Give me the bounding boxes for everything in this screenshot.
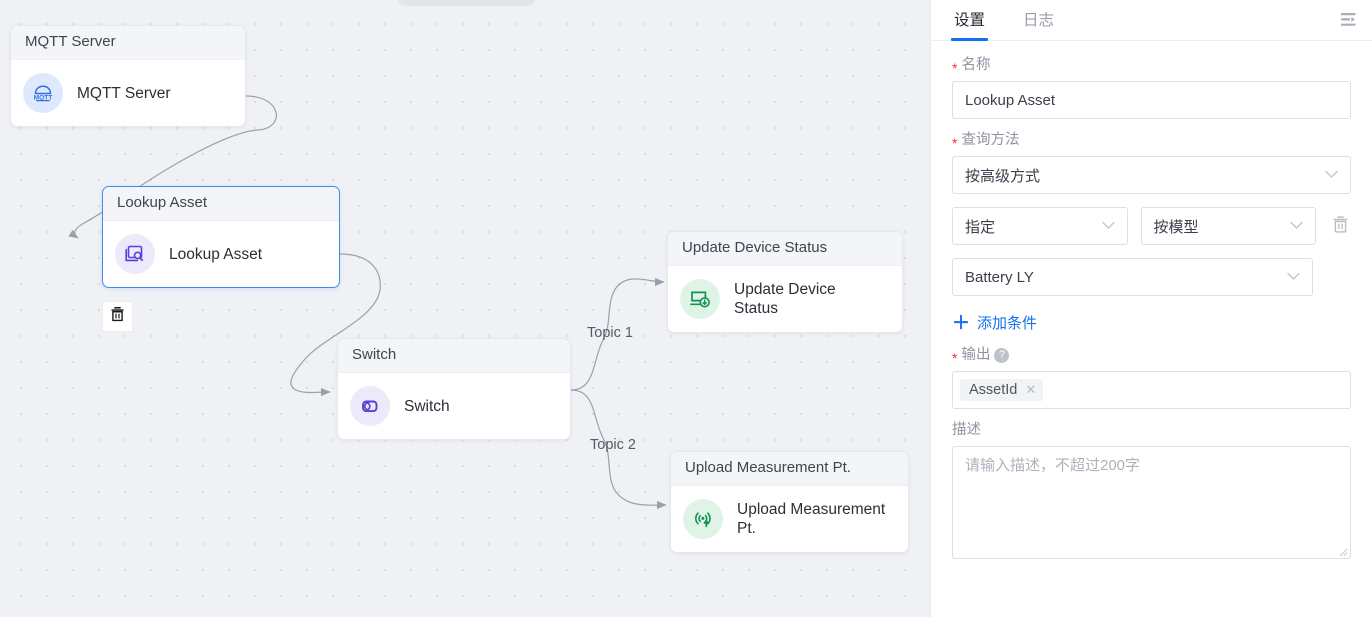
name-input[interactable] — [952, 81, 1351, 119]
field-description-label: 描述 — [952, 422, 1351, 439]
required-star: * — [952, 349, 958, 366]
workflow-editor: MQTT Server MQTT MQTT Server Lookup Asse… — [0, 0, 1372, 617]
plus-icon: ＋ — [952, 312, 970, 333]
menu-fold-icon[interactable] — [1334, 7, 1360, 31]
node-body: Switch — [338, 373, 570, 439]
output-tags-input[interactable]: AssetId ✕ — [952, 371, 1351, 409]
flow-node-switch[interactable]: Switch Switch — [337, 338, 571, 440]
close-icon[interactable]: ✕ — [1025, 382, 1036, 398]
lookup-asset-icon — [115, 234, 155, 274]
flow-node-update-device-status[interactable]: Update Device Status Update Device Statu… — [667, 231, 903, 333]
node-body: MQTT MQTT Server — [11, 60, 245, 126]
trash-icon — [1332, 215, 1349, 238]
field-model: Battery LY — [952, 258, 1351, 296]
condition-operator-value: 指定 — [965, 218, 996, 236]
tab-logs[interactable]: 日志 — [1021, 12, 1056, 40]
chevron-down-icon — [1325, 168, 1338, 182]
upload-measurement-icon — [683, 499, 723, 539]
node-label: MQTT Server — [77, 84, 171, 102]
output-tag-label: AssetId — [969, 382, 1018, 398]
panel-tab-bar: 设置 日志 — [931, 0, 1372, 41]
question-circle-icon[interactable]: ? — [994, 348, 1010, 363]
settings-form: * 名称 * 查询方法 按高级方式 — [931, 41, 1372, 617]
condition-operator-select[interactable]: 指定 — [952, 207, 1128, 245]
model-select[interactable]: Battery LY — [952, 258, 1313, 296]
field-name: * 名称 — [952, 57, 1351, 119]
add-condition-label: 添加条件 — [977, 315, 1038, 332]
add-condition-button[interactable]: ＋ 添加条件 — [952, 312, 1037, 333]
canvas-toolbar-peek — [397, 0, 535, 6]
mqtt-icon: MQTT — [23, 73, 63, 113]
node-body: Update Device Status — [668, 266, 902, 332]
node-header-title: Switch — [338, 339, 570, 373]
node-delete-button[interactable] — [102, 301, 133, 332]
node-label: Update Device Status — [734, 281, 836, 317]
model-value: Battery LY — [965, 268, 1034, 286]
trash-icon — [110, 306, 125, 327]
properties-panel: 设置 日志 * 名称 Lookup Asset * 查询方法 按高级方式 指定 … — [930, 0, 1372, 617]
flow-node-upload-measurement[interactable]: Upload Measurement Pt. Upload Measuremen… — [670, 451, 909, 553]
update-device-status-icon — [680, 279, 720, 319]
field-output-label: * 输出 ? — [952, 347, 1351, 366]
required-star: * — [952, 134, 958, 151]
chevron-down-icon — [1101, 219, 1115, 233]
node-body: Lookup Asset — [103, 221, 339, 287]
field-output-label-text: 输出 — [961, 347, 991, 363]
edge-label-topic-2: Topic 2 — [590, 437, 636, 453]
field-query-method-label-text: 查询方法 — [961, 132, 1020, 148]
output-tag[interactable]: AssetId ✕ — [960, 379, 1044, 401]
field-name-label: * 名称 — [952, 57, 1351, 76]
query-method-value: 按高级方式 — [965, 167, 1041, 185]
node-body: Upload Measurement Pt. — [671, 486, 908, 552]
condition-row: 指定 按模型 — [952, 207, 1351, 245]
field-description-label-text: 描述 — [952, 422, 981, 438]
node-label: Switch — [404, 397, 450, 415]
chevron-down-icon — [1287, 270, 1300, 284]
field-name-label-text: 名称 — [961, 57, 991, 73]
required-star: * — [952, 59, 958, 76]
field-query-method-label: * 查询方法 — [952, 132, 1351, 151]
field-output: * 输出 ? AssetId ✕ — [952, 347, 1351, 409]
flow-canvas[interactable]: MQTT Server MQTT MQTT Server Lookup Asse… — [0, 0, 930, 617]
description-textarea[interactable] — [952, 446, 1351, 559]
node-label: Lookup Asset — [169, 245, 263, 263]
condition-field-select[interactable]: 按模型 — [1140, 207, 1316, 245]
flow-node-mqtt-server[interactable]: MQTT Server MQTT MQTT Server — [10, 25, 246, 127]
edge-label-topic-1: Topic 1 — [587, 325, 633, 341]
condition-delete-button[interactable] — [1329, 215, 1351, 238]
node-header-title: Lookup Asset — [103, 187, 339, 221]
node-header-title: Upload Measurement Pt. — [671, 452, 908, 486]
switch-icon — [350, 386, 390, 426]
node-header-title: MQTT Server — [11, 26, 245, 60]
node-header-title: Update Device Status — [668, 232, 902, 266]
description-wrapper — [952, 446, 1351, 559]
field-query-method: * 查询方法 按高级方式 — [952, 132, 1351, 194]
condition-field-value: 按模型 — [1153, 218, 1199, 236]
flow-node-lookup-asset[interactable]: Lookup Asset Lookup Asset — [102, 186, 340, 288]
chevron-down-icon — [1290, 219, 1303, 233]
node-label: Upload Measurement Pt. — [737, 501, 886, 537]
query-method-select[interactable]: 按高级方式 — [952, 156, 1351, 194]
field-description: 描述 — [952, 422, 1351, 559]
tab-settings[interactable]: 设置 — [950, 12, 989, 41]
